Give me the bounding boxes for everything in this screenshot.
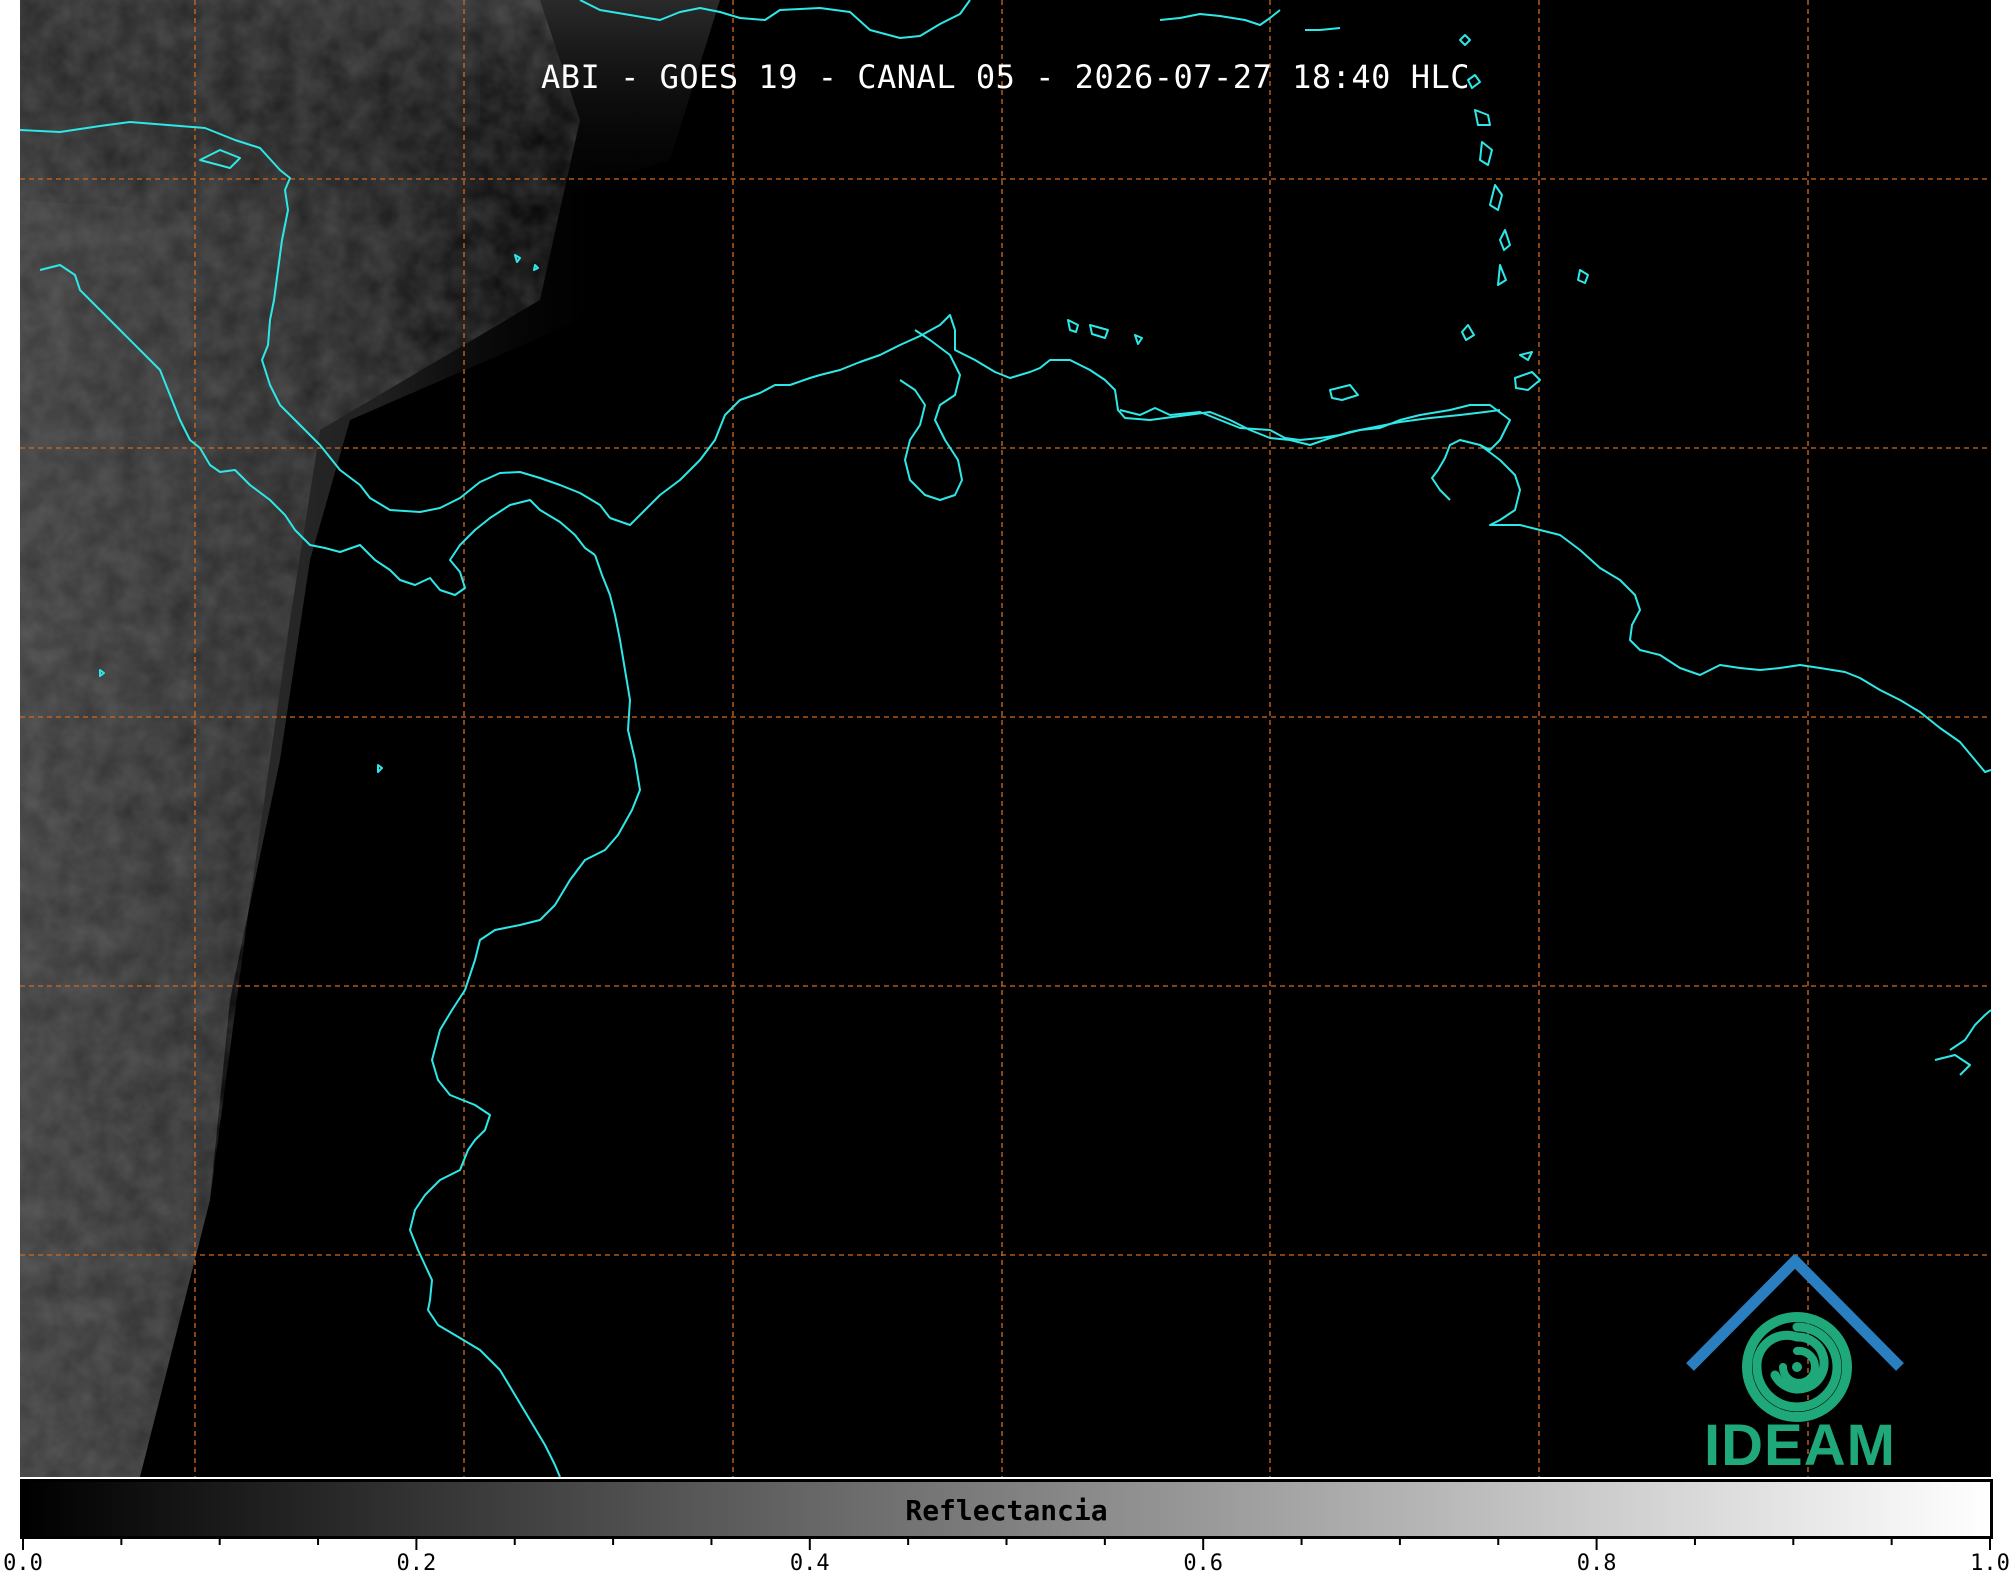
island-aruba	[1067, 319, 1079, 333]
colorbar-ticks	[22, 1536, 1991, 1550]
coastline-guajira	[899, 329, 963, 501]
island-hispaniola	[1159, 9, 1281, 26]
island-lesser-antilles-1	[1459, 34, 1471, 46]
island-lesser-antilles-3	[1474, 109, 1491, 126]
island-lesser-antilles-6	[1499, 229, 1511, 251]
island-bonaire	[1134, 334, 1143, 345]
satellite-map[interactable]: ABI - GOES 19 - CANAL 05 - 2026-07-27 18…	[20, 0, 1991, 1477]
island-margarita	[1329, 384, 1359, 401]
island-trinidad	[1514, 371, 1541, 391]
island-gorgona	[377, 764, 383, 773]
island-lesser-antilles-8	[1461, 324, 1475, 341]
ideam-logo-text: IDEAM	[1704, 1413, 1896, 1477]
page: ABI - GOES 19 - CANAL 05 - 2026-07-27 18…	[0, 0, 2011, 1577]
map-title: ABI - GOES 19 - CANAL 05 - 2026-07-27 18…	[541, 58, 1470, 96]
logo-swirl	[1742, 1312, 1852, 1422]
island-lesser-antilles-7	[1497, 264, 1507, 286]
island-tobago	[1519, 351, 1533, 361]
colorbar-tick-label: 0.8	[1576, 1551, 1617, 1576]
colorbar-label: Reflectancia	[905, 1494, 1108, 1527]
island-lesser-antilles-5	[1489, 184, 1503, 211]
colorbar-tick-label: 0.0	[3, 1551, 43, 1576]
coastline-colombia-pacific	[409, 554, 641, 1477]
island-curacao	[1089, 324, 1109, 339]
colorbar-tick-label: 1.0	[1970, 1551, 2010, 1576]
coastline-colombia-caribbean	[609, 314, 1501, 526]
coastline-venezuela	[1119, 404, 1511, 501]
island-barbados	[1577, 269, 1589, 284]
colorbar: Reflectancia	[20, 1479, 1993, 1539]
island-puerto-rico	[1305, 27, 1341, 31]
island-lesser-antilles-4	[1479, 141, 1493, 166]
colorbar-tick-label: 0.4	[789, 1551, 830, 1576]
coastline-venezuela-east	[1479, 444, 1991, 773]
coastline-brazil-north	[1934, 1009, 1991, 1076]
colorbar-tick-label: 0.6	[1183, 1551, 1224, 1576]
colorbar-tick-label: 0.2	[396, 1551, 437, 1576]
